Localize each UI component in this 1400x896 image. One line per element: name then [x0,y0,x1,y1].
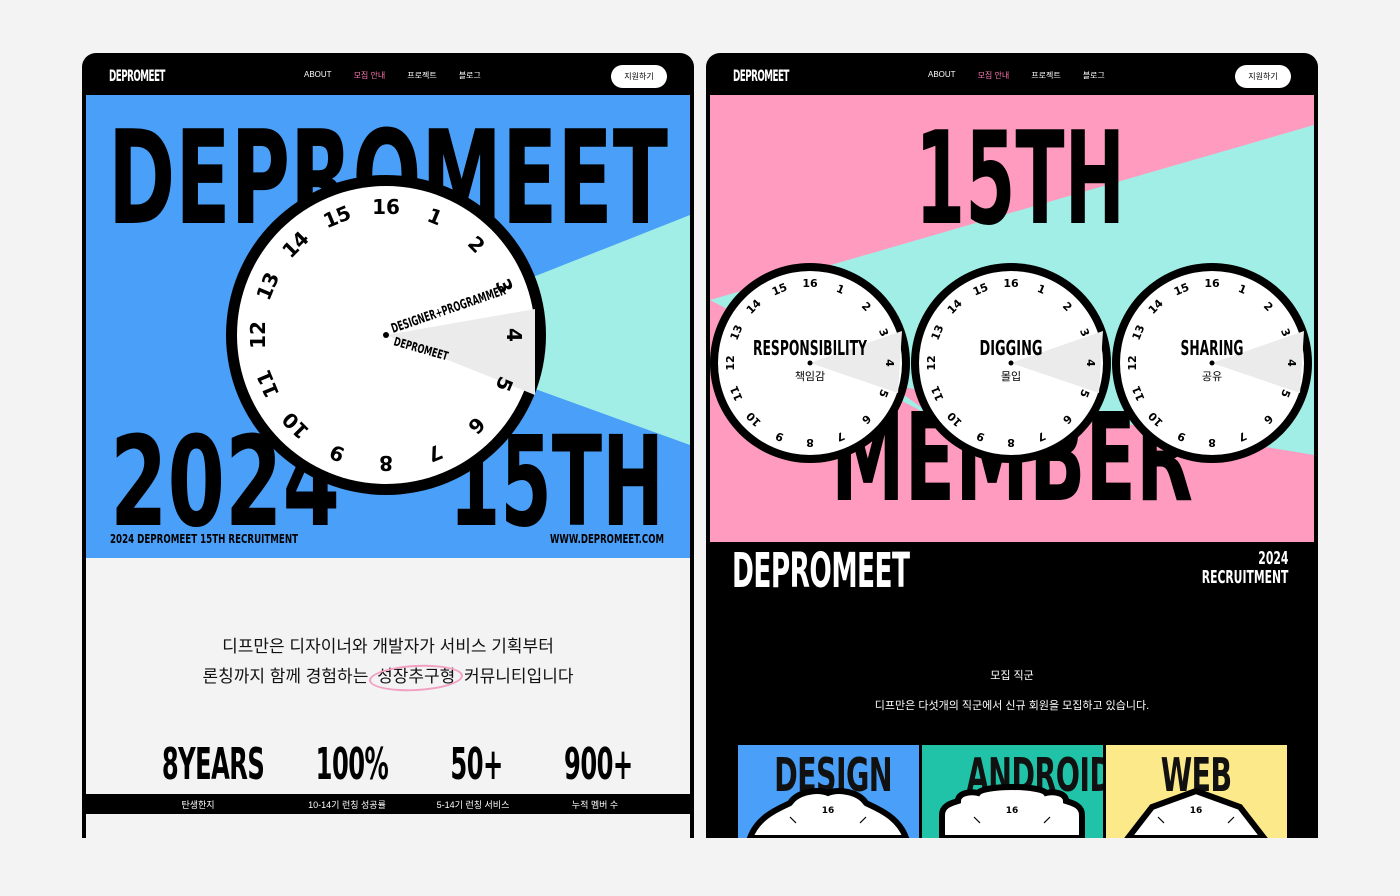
clock-number: 12 [1126,355,1139,370]
clock-subtitle: 공유 [1202,370,1222,383]
hero-caption-left: 2024 DEPROMEET 15TH RECRUITMENT [110,532,299,546]
member-hero-title-top: 15TH [915,105,1125,254]
clock-number: 16 [802,277,818,290]
nav-link-projects[interactable]: 프로젝트 [1031,70,1060,81]
clock-number: 4 [1084,359,1097,367]
recruitment-page-right: DEPROMEET ABOUT 모집 안내 프로젝트 블로그 지원하기 15TH… [706,53,1318,838]
nav-links: ABOUT 모집 안내 프로젝트 블로그 [928,70,1105,81]
intro-text: 디프만은 디자이너와 개발자가 서비스 기획부터 론칭까지 함께 경험하는 성장… [86,632,690,692]
role-card-graphic: 16 [939,784,1085,838]
stat-label-services: 5-14기 런칭 서비스 [436,800,510,810]
clock-number: 4 [883,359,896,367]
intro-line-1: 디프만은 디자이너와 개발자가 서비스 기획부터 [222,637,554,656]
top-nav: DEPROMEET ABOUT 모집 안내 프로젝트 블로그 지원하기 [706,53,1318,95]
clock-number: 16 [1190,806,1203,816]
clock-center-dot [1209,360,1215,366]
nav-link-blog[interactable]: 블로그 [459,70,481,81]
clock-number: 16 [372,195,400,219]
clock-number: 8 [379,451,393,475]
clock-number: 16 [1204,277,1220,290]
clock-number: 12 [724,355,737,370]
stat-value-services: 50+ [450,739,503,790]
brand-logo-large: DEPROMEET [732,543,910,599]
brand-recruitment-tag: 2024 RECRUITMENT [1144,549,1288,587]
apply-button[interactable]: 지원하기 [611,65,667,88]
hero-banner: DEPROMEET 2024 15TH 2024 DEPROMEET 15TH … [86,95,690,558]
clock-number: 12 [246,321,270,349]
clock-number: 4 [1285,359,1298,367]
site-logo[interactable]: DEPROMEET [733,66,789,85]
intro-line-2: 론칭까지 함께 경험하는 성장추구형 커뮤니티입니다 [86,662,690,692]
roles-title: 모집 직군 [990,670,1034,682]
role-card-graphic: 16 [1124,787,1268,838]
site-logo[interactable]: DEPROMEET [109,66,165,85]
clock-number: 12 [925,355,938,370]
member-hero-graphic: 15TH MEMBER 16123456789101112131415RESPO… [710,95,1314,542]
intro-line-2-after: 커뮤니티입니다 [464,667,574,686]
hero-graphic: DEPROMEET 2024 15TH 2024 DEPROMEET 15TH … [86,95,690,558]
intro-highlight: 성장추구형 [373,662,459,692]
clock-number: 4 [502,328,526,342]
role-card-android[interactable]: ANDROID 16 [922,745,1103,838]
stat-value-members: 900+ [564,739,633,790]
stat-label-members: 누적 멤버 수 [571,800,619,810]
clock-title: RESPONSIBILITY [753,336,867,360]
value-clock: 16 123456789101112131415SHARING공유 [1112,263,1312,463]
clock-number: 16 [1006,806,1019,816]
clock-number: 16 [1003,277,1019,290]
clock-center-dot [1008,360,1014,366]
member-hero-banner: 15TH MEMBER 16123456789101112131415RESPO… [710,95,1314,542]
clock-number: 8 [806,436,814,449]
stat-label-years: 탄생한지 [181,800,215,810]
clock-center-dot [383,332,389,338]
apply-button[interactable]: 지원하기 [1235,65,1291,88]
top-nav: DEPROMEET ABOUT 모집 안내 프로젝트 블로그 지원하기 [82,53,694,95]
hero-caption-right: WWW.DEPROMEET.COM [550,532,664,546]
nav-link-recruit[interactable]: 모집 안내 [354,70,386,81]
role-card-web[interactable]: WEB 16 [1106,745,1287,838]
brand-recruitment: RECRUITMENT [1201,567,1288,588]
roles-description: 디프만은 다섯개의 직군에서 신규 회원을 모집하고 있습니다. [874,700,1150,712]
clock-number: 8 [1007,436,1015,449]
value-clock: 16 123456789101112131415DIGGING몰입 [911,263,1111,463]
clock-number: 16 [822,806,835,816]
role-cards: DESIGN 16 ANDROID 16 WEB 16 [738,745,1287,838]
clock-title: DIGGING [980,336,1043,360]
clock-subtitle: 책임감 [795,370,825,383]
stat-value-years: 8YEARS [161,739,265,790]
value-clock: 16 123456789101112131415RESPONSIBILITY책임감 [710,263,910,463]
stat-value-success-rate: 100% [315,739,389,790]
clock-number: 8 [1208,436,1216,449]
brand-year: 2024 [1257,548,1288,569]
nav-link-about[interactable]: ABOUT [304,70,332,81]
role-card-graphic: 16 [746,788,910,838]
nav-links: ABOUT 모집 안내 프로젝트 블로그 [304,70,481,81]
recruitment-page-left: DEPROMEET ABOUT 모집 안내 프로젝트 블로그 지원하기 DEPR… [82,53,694,838]
intro-section: 디프만은 디자이너와 개발자가 서비스 기획부터 론칭까지 함께 경험하는 성장… [86,558,690,838]
nav-link-recruit[interactable]: 모집 안내 [978,70,1010,81]
clock-subtitle: 몰입 [1001,370,1021,383]
nav-link-blog[interactable]: 블로그 [1083,70,1105,81]
role-card-design[interactable]: DESIGN 16 [738,745,919,838]
clock-title: SHARING [1181,336,1244,360]
clock-center-dot [807,360,813,366]
intro-line-2-before: 론칭까지 함께 경험하는 [202,667,369,686]
hero-clock: 16 123456789101112131415 DESIGNER+PROGRAM… [226,175,546,495]
nav-link-projects[interactable]: 프로젝트 [407,70,436,81]
nav-link-about[interactable]: ABOUT [928,70,956,81]
stat-label-success-rate: 10-14기 런칭 성공률 [308,800,386,810]
